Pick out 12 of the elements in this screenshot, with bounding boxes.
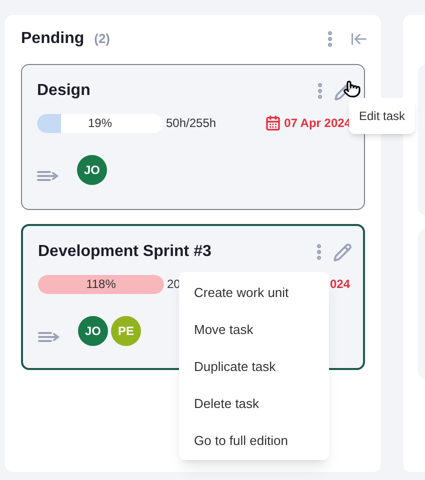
task-count: (2) [94, 30, 110, 48]
progress-label: 19% [86, 115, 114, 132]
hours-text: 50h/255h [166, 115, 216, 132]
column-title: Pending [21, 29, 84, 49]
progress-label: 118% [85, 276, 117, 293]
tooltip: Edit task [349, 98, 416, 134]
assignee-avatar: PE [111, 316, 141, 346]
task-title: Design [37, 81, 90, 101]
assignee-avatar: JO [77, 155, 107, 185]
task-title: Development Sprint #3 [38, 242, 212, 262]
assignee-avatar: JO [78, 316, 108, 346]
due-date: 024 [330, 276, 350, 293]
